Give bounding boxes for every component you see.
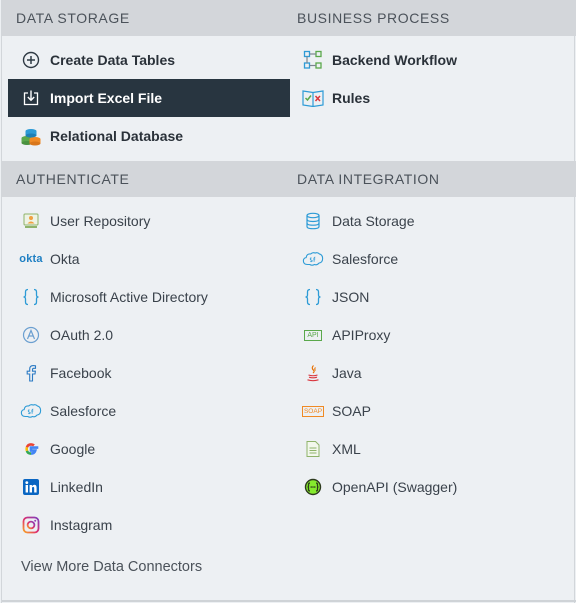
database-stack-icon xyxy=(20,125,42,147)
user-repository-icon xyxy=(20,210,42,232)
item-import-excel-file[interactable]: Import Excel File xyxy=(8,79,290,117)
item-salesforce-integration[interactable]: Salesforce xyxy=(290,240,572,278)
item-rules[interactable]: Rules xyxy=(290,79,572,117)
facebook-icon xyxy=(20,362,42,384)
item-label: Microsoft Active Directory xyxy=(50,289,208,305)
oauth-icon xyxy=(20,324,42,346)
item-label: LinkedIn xyxy=(50,479,103,495)
item-facebook[interactable]: Facebook xyxy=(8,354,290,392)
item-openapi-swagger[interactable]: OpenAPI (Swagger) xyxy=(290,468,572,506)
item-user-repository[interactable]: User Repository xyxy=(8,202,290,240)
item-label: Data Storage xyxy=(332,213,415,229)
item-label: OAuth 2.0 xyxy=(50,327,114,343)
item-label: Rules xyxy=(332,90,371,106)
view-more-connectors-link[interactable]: View More Data Connectors xyxy=(21,559,202,575)
item-xml[interactable]: XML xyxy=(290,430,572,468)
swagger-icon xyxy=(302,476,324,498)
database-icon xyxy=(302,210,324,232)
braces-icon xyxy=(302,286,324,308)
item-soap[interactable]: SOAP SOAP xyxy=(290,392,572,430)
workflow-icon xyxy=(302,49,324,71)
item-instagram[interactable]: Instagram xyxy=(8,506,290,544)
item-label: SOAP xyxy=(332,403,371,419)
api-badge-icon: API xyxy=(302,324,324,346)
item-label: Java xyxy=(332,365,362,381)
item-label: Create Data Tables xyxy=(50,52,176,68)
item-label: Okta xyxy=(50,251,80,267)
item-label: Salesforce xyxy=(50,403,117,419)
item-label: Relational Database xyxy=(50,128,184,144)
bottom-divider xyxy=(2,600,576,602)
item-salesforce-auth[interactable]: Salesforce xyxy=(8,392,290,430)
item-json[interactable]: JSON xyxy=(290,278,572,316)
item-linkedin[interactable]: LinkedIn xyxy=(8,468,290,506)
item-label: Salesforce xyxy=(332,251,399,267)
java-icon xyxy=(302,362,324,384)
item-label: Facebook xyxy=(50,365,112,381)
item-oauth[interactable]: OAuth 2.0 xyxy=(8,316,290,354)
section-title-business-process: BUSINESS PROCESS xyxy=(297,10,450,26)
google-icon xyxy=(20,438,42,460)
item-label: Google xyxy=(50,441,96,457)
section-title-data-storage: DATA STORAGE xyxy=(16,10,130,26)
salesforce-icon xyxy=(20,400,42,422)
item-microsoft-active-directory[interactable]: Microsoft Active Directory xyxy=(8,278,290,316)
plus-circle-icon xyxy=(20,49,42,71)
item-java[interactable]: Java xyxy=(290,354,572,392)
item-label: Backend Workflow xyxy=(332,52,457,68)
item-label: Instagram xyxy=(50,517,113,533)
import-icon xyxy=(20,87,42,109)
salesforce-icon xyxy=(302,248,324,270)
section-header-row-2: AUTHENTICATE DATA INTEGRATION xyxy=(2,161,576,197)
linkedin-icon xyxy=(20,476,42,498)
instagram-icon xyxy=(20,514,42,536)
item-backend-workflow[interactable]: Backend Workflow xyxy=(290,41,572,79)
okta-logo-icon: okta xyxy=(19,253,43,265)
section-header-row-1: DATA STORAGE BUSINESS PROCESS xyxy=(2,0,576,36)
section-title-data-integration: DATA INTEGRATION xyxy=(297,171,440,187)
braces-icon xyxy=(20,286,42,308)
xml-doc-icon xyxy=(302,438,324,460)
item-okta[interactable]: okta Okta xyxy=(8,240,290,278)
soap-badge-icon: SOAP xyxy=(301,405,325,417)
item-label: XML xyxy=(332,441,361,457)
item-apiproxy[interactable]: API APIProxy xyxy=(290,316,572,354)
section-title-authenticate: AUTHENTICATE xyxy=(16,171,130,187)
item-label: OpenAPI (Swagger) xyxy=(332,479,458,495)
item-google[interactable]: Google xyxy=(8,430,290,468)
item-label: APIProxy xyxy=(332,327,391,343)
rules-book-icon xyxy=(302,87,324,109)
item-label: JSON xyxy=(332,289,370,305)
connector-panel: DATA STORAGE BUSINESS PROCESS Create Dat… xyxy=(1,0,576,603)
item-relational-database[interactable]: Relational Database xyxy=(8,117,290,155)
item-label: Import Excel File xyxy=(50,90,163,106)
item-label: User Repository xyxy=(50,213,151,229)
item-data-storage[interactable]: Data Storage xyxy=(290,202,572,240)
item-create-data-tables[interactable]: Create Data Tables xyxy=(8,41,290,79)
